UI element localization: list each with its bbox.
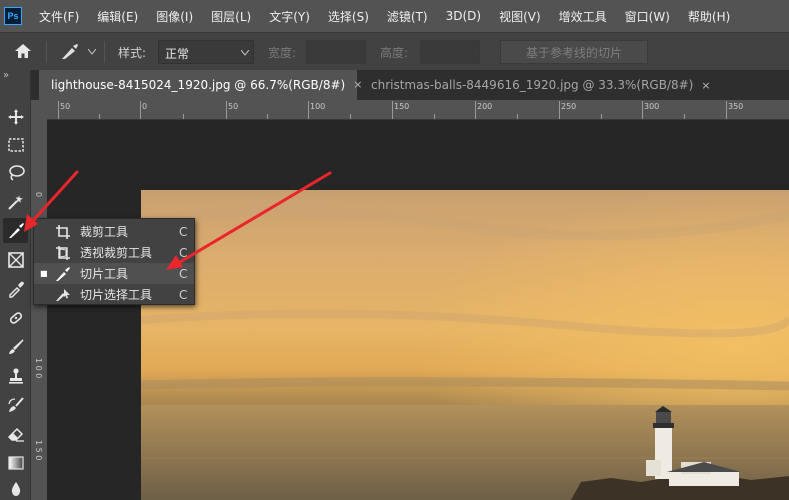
- gradient-icon: [7, 455, 24, 470]
- menu-select[interactable]: 选择(S): [319, 8, 378, 25]
- ruler-label: 250: [561, 102, 577, 111]
- photoshop-logo[interactable]: Ps: [4, 7, 22, 25]
- home-icon[interactable]: [14, 43, 32, 59]
- menu-edit[interactable]: 编辑(E): [88, 8, 147, 25]
- eraser-tool[interactable]: [3, 421, 28, 446]
- healing-brush-tool[interactable]: [3, 305, 28, 330]
- gradient-tool[interactable]: [3, 450, 28, 475]
- slice-tool-preset-icon[interactable]: [60, 43, 80, 61]
- eyedropper-tool[interactable]: [3, 276, 28, 301]
- width-label: 宽度:: [268, 46, 297, 60]
- menu-3d[interactable]: 3D(D): [437, 9, 490, 23]
- ruler-label: 300: [644, 102, 660, 111]
- ruler-label: 50: [60, 102, 71, 111]
- menu-plugins[interactable]: 增效工具: [550, 8, 616, 25]
- crop-icon: [56, 224, 70, 239]
- eyedropper-icon: [8, 281, 24, 298]
- tab-title: lighthouse-8415024_1920.jpg @ 66.7%(RGB/…: [51, 77, 346, 92]
- chevron-down-icon[interactable]: [88, 49, 96, 55]
- tab-christmas-balls[interactable]: christmas-balls-8449616_1920.jpg @ 33.3%…: [359, 70, 739, 100]
- ruler-label: 1 0 0: [34, 358, 43, 379]
- close-icon[interactable]: ×: [701, 79, 710, 92]
- ruler-label: 1 5 0: [34, 440, 43, 461]
- flyout-item-shortcut: C: [179, 287, 188, 302]
- menu-window[interactable]: 窗口(W): [616, 8, 679, 25]
- lighthouse-scene: [141, 190, 789, 500]
- style-select[interactable]: 正常: [158, 40, 254, 64]
- lasso-tool[interactable]: [3, 160, 28, 185]
- flyout-slice-tool[interactable]: ■ 切片工具 C: [34, 263, 194, 284]
- ruler-label: 100: [310, 102, 326, 111]
- menu-filter[interactable]: 滤镜(T): [378, 8, 437, 25]
- height-input[interactable]: [420, 40, 480, 64]
- flyout-item-label: 切片选择工具: [80, 288, 153, 302]
- menu-image[interactable]: 图像(I): [147, 8, 202, 25]
- ruler-label: 50: [228, 102, 239, 111]
- ruler-label: 150: [394, 102, 410, 111]
- flyout-crop-tool[interactable]: 裁剪工具 C: [34, 221, 194, 242]
- height-label: 高度:: [380, 46, 409, 60]
- flyout-item-shortcut: C: [179, 224, 188, 239]
- slice-icon: [8, 222, 24, 238]
- ruler-label: 200: [477, 102, 493, 111]
- lighthouse-photo[interactable]: [141, 190, 789, 500]
- flyout-slice-select-tool[interactable]: 切片选择工具 C: [34, 284, 194, 305]
- slice-icon: [56, 266, 70, 281]
- lasso-icon: [8, 164, 25, 181]
- slice-select-icon: [56, 288, 70, 301]
- menu-bar: Ps 文件(F) 编辑(E) 图像(I) 图层(L) 文字(Y) 选择(S) 滤…: [0, 0, 789, 32]
- selected-marker: ■: [40, 269, 48, 278]
- history-brush-icon: [7, 396, 24, 412]
- menu-help[interactable]: 帮助(H): [679, 8, 739, 25]
- menu-type[interactable]: 文字(Y): [260, 8, 319, 25]
- width-input[interactable]: [306, 40, 366, 64]
- style-label: 样式:: [118, 46, 147, 60]
- ruler-label: 0: [34, 192, 43, 198]
- flyout-item-label: 切片工具: [80, 267, 129, 281]
- ruler-label: 0: [142, 102, 148, 111]
- options-bar: 样式: 正常 宽度: 高度: 基于参考线的切片: [0, 32, 789, 70]
- perspective-crop-icon: [56, 245, 70, 260]
- document-tabs: lighthouse-8415024_1920.jpg @ 66.7%(RGB/…: [31, 70, 789, 100]
- eraser-icon: [7, 427, 24, 442]
- flyout-item-shortcut: C: [179, 266, 188, 281]
- frame-tool[interactable]: [3, 247, 28, 272]
- flyout-perspective-crop-tool[interactable]: 透视裁剪工具 C: [34, 242, 194, 263]
- stamp-icon: [8, 367, 23, 384]
- slice-tool[interactable]: [3, 218, 28, 243]
- chevron-down-icon: [241, 50, 249, 56]
- history-brush-tool[interactable]: [3, 392, 28, 417]
- move-icon: [7, 108, 24, 125]
- move-tool[interactable]: [3, 104, 28, 129]
- brush-tool[interactable]: [3, 334, 28, 359]
- style-select-value: 正常: [165, 47, 190, 61]
- horizontal-ruler: 50 0 50 100 150 200 250 300 350: [40, 100, 789, 120]
- blur-icon: [11, 481, 20, 496]
- ruler-label: 350: [728, 102, 744, 111]
- frame-icon: [7, 251, 24, 268]
- stamp-tool[interactable]: [3, 363, 28, 388]
- tab-lighthouse[interactable]: lighthouse-8415024_1920.jpg @ 66.7%(RGB/…: [39, 70, 362, 100]
- magic-wand-icon: [7, 194, 23, 210]
- flyout-item-label: 裁剪工具: [80, 225, 129, 239]
- menu-file[interactable]: 文件(F): [30, 8, 88, 25]
- tab-title: christmas-balls-8449616_1920.jpg @ 33.3%…: [371, 78, 694, 92]
- healing-brush-icon: [9, 311, 22, 324]
- flyout-item-label: 透视裁剪工具: [80, 246, 153, 260]
- menu-view[interactable]: 视图(V): [490, 8, 550, 25]
- magic-wand-tool[interactable]: [3, 189, 28, 214]
- slices-from-guides-button[interactable]: 基于参考线的切片: [500, 40, 648, 64]
- slice-tool-flyout: 裁剪工具 C 透视裁剪工具 C ■ 切片工具 C 切片选择工具 C: [33, 218, 195, 305]
- marquee-icon: [7, 137, 24, 152]
- tools-panel: »: [0, 70, 31, 500]
- brush-icon: [8, 338, 24, 354]
- flyout-item-shortcut: C: [179, 245, 188, 260]
- blur-tool[interactable]: [3, 476, 28, 500]
- menu-layer[interactable]: 图层(L): [202, 8, 260, 25]
- marquee-tool[interactable]: [3, 132, 28, 157]
- panel-collapse-icon[interactable]: »: [3, 70, 9, 81]
